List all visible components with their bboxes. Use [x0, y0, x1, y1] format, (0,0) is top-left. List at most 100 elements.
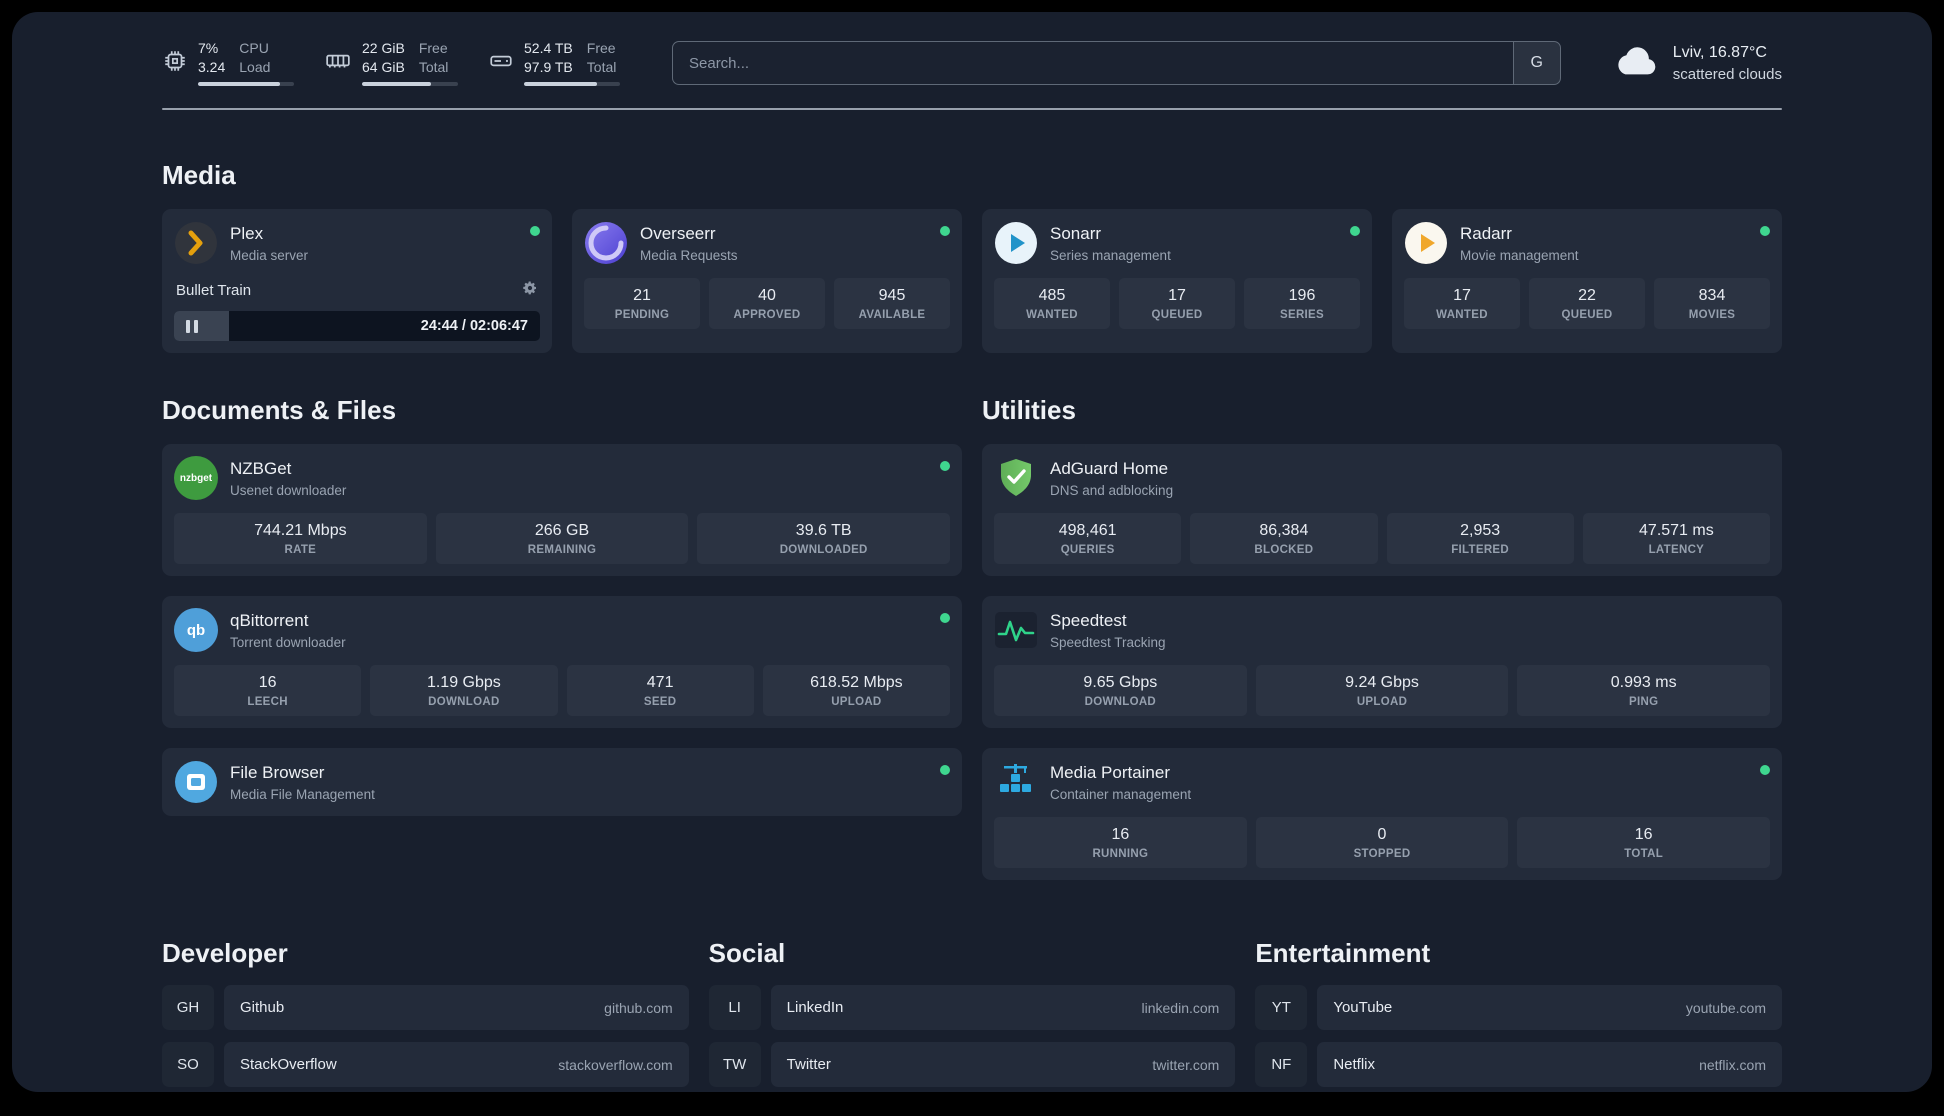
stat-value: 834 [1698, 287, 1726, 304]
bookmark-group-social: Social LI LinkedIn linkedin.com TW Twitt… [708, 938, 1236, 1092]
service-card-speedtest[interactable]: Speedtest Speedtest Tracking 9.65 Gbps D… [982, 596, 1782, 728]
section-title-developer: Developer [162, 938, 288, 968]
stat-tile: 196 SERIES [1244, 278, 1360, 329]
memory-widget: 22 GiB 64 GiB Free Total [324, 40, 458, 86]
stat-label: BLOCKED [1254, 544, 1314, 556]
cpu-label: CPU [239, 40, 269, 56]
stat-tile: 17 WANTED [1404, 278, 1520, 329]
memory-total-label: Total [418, 59, 449, 75]
hard-disk-icon [488, 40, 514, 74]
stat-label: LATENCY [1648, 544, 1705, 556]
service-title: qBittorrent [230, 611, 309, 630]
service-subtitle: DNS and adblocking [1050, 483, 1174, 498]
memory-free-value: 22 GiB [362, 40, 405, 56]
topbar-divider [162, 108, 1782, 110]
stat-value: 86,384 [1259, 522, 1309, 539]
stat-label: TOTAL [1624, 848, 1664, 860]
cpu-chip-icon [162, 40, 188, 74]
stat-tile: 618.52 Mbps UPLOAD [762, 665, 950, 716]
service-card-radarr[interactable]: Radarr Movie management 17 WANTED 22 QUE… [1392, 209, 1782, 353]
cpu-usage-bar [198, 82, 294, 86]
service-card-filebrowser[interactable]: File Browser Media File Management [162, 748, 962, 816]
disk-free-value: 52.4 TB [524, 40, 573, 56]
stat-value: 39.6 TB [795, 522, 852, 539]
status-dot-online [940, 613, 950, 623]
bookmark-abbr: YT [1255, 985, 1308, 1030]
service-title: Media Portainer [1050, 763, 1171, 782]
section-documents-files: Documents & Files nzbget NZBGet Usenet d… [162, 395, 962, 816]
stat-tile: 834 MOVIES [1654, 278, 1770, 329]
bookmark-name: YouTube [1333, 999, 1393, 1016]
cpu-load-label: Load [239, 59, 271, 75]
stat-value: 618.52 Mbps [810, 674, 903, 691]
service-title: File Browser [230, 763, 325, 782]
service-title: Overseerr [640, 224, 716, 243]
service-card-adguard[interactable]: AdGuard Home DNS and adblocking 498,461 … [982, 444, 1782, 576]
bookmark-github[interactable]: GH Github github.com [162, 985, 689, 1030]
dashboard-page: 7% 3.24 CPU Load 22 GiB 64 GiB Free Tota… [12, 12, 1932, 1092]
service-card-sonarr[interactable]: Sonarr Series management 485 WANTED 17 Q… [982, 209, 1372, 353]
memory-free-label: Free [418, 40, 448, 56]
playback-progress-bar[interactable]: 24:44 / 02:06:47 [174, 311, 540, 341]
stat-value: 47.571 ms [1639, 522, 1714, 539]
service-subtitle: Series management [1050, 248, 1171, 263]
bookmark-name: Netflix [1333, 1056, 1376, 1073]
weather-condition: scattered clouds [1672, 65, 1782, 83]
stat-value: 17 [1168, 287, 1186, 304]
stat-tile: 39.6 TB DOWNLOADED [697, 513, 951, 564]
bookmark-stackoverflow[interactable]: SO StackOverflow stackoverflow.com [162, 1042, 689, 1087]
weather-location: Lviv, 16.87°C [1672, 43, 1767, 61]
stat-label: UPLOAD [1356, 696, 1408, 708]
stat-value: 22 [1578, 287, 1596, 304]
stat-tile: 17 QUEUED [1119, 278, 1235, 329]
memory-usage-bar [362, 82, 458, 86]
stat-value: 2,953 [1460, 522, 1501, 539]
bookmark-name: LinkedIn [786, 999, 844, 1016]
disk-widget: 52.4 TB 97.9 TB Free Total [488, 40, 620, 86]
playback-progress-fill [174, 311, 229, 341]
bookmark-linkedin[interactable]: LI LinkedIn linkedin.com [708, 985, 1236, 1030]
search-input[interactable] [672, 41, 1513, 85]
bookmark-url: linkedin.com [1141, 999, 1220, 1016]
service-card-plex[interactable]: Plex Media server Bullet Train 24:44 / 0… [162, 209, 552, 353]
cpu-widget: 7% 3.24 CPU Load [162, 40, 294, 86]
stat-label: LEECH [247, 696, 288, 708]
stat-label: WANTED [1026, 309, 1078, 321]
stat-tile: 16 LEECH [174, 665, 362, 716]
bookmark-youtube[interactable]: YT YouTube youtube.com [1255, 985, 1782, 1030]
stat-tile: 1.19 Gbps DOWNLOAD [370, 665, 558, 716]
top-bar: 7% 3.24 CPU Load 22 GiB 64 GiB Free Tota… [162, 40, 1782, 86]
status-dot-online [1760, 226, 1770, 236]
stat-tile: 0.993 ms PING [1517, 665, 1771, 716]
memory-usage-bar-fill [362, 82, 432, 86]
pause-icon[interactable] [186, 319, 198, 333]
bookmark-twitter[interactable]: TW Twitter twitter.com [708, 1042, 1236, 1087]
stat-tile: 471 SEED [566, 665, 754, 716]
stat-tile: 16 RUNNING [994, 817, 1247, 868]
stat-label: DOWNLOAD [1084, 696, 1157, 708]
stat-value: 945 [878, 287, 906, 304]
stat-tile: 2,953 FILTERED [1386, 513, 1574, 564]
bookmark-url: github.com [604, 999, 673, 1016]
stat-label: QUEUED [1561, 309, 1613, 321]
stat-tile: 86,384 BLOCKED [1190, 513, 1378, 564]
service-card-nzbget[interactable]: nzbget NZBGet Usenet downloader 744.21 M… [162, 444, 962, 576]
overseerr-icon [584, 221, 628, 265]
stat-value: 16 [1634, 826, 1653, 843]
stat-tile: 485 WANTED [994, 278, 1110, 329]
stat-tile: 16 TOTAL [1517, 817, 1771, 868]
service-card-qbittorrent[interactable]: qb qBittorrent Torrent downloader 16 LEE… [162, 596, 962, 728]
bookmark-netflix[interactable]: NF Netflix netflix.com [1255, 1042, 1782, 1087]
section-title-utilities: Utilities [982, 395, 1076, 425]
disk-total-label: Total [586, 59, 617, 75]
service-card-overseerr[interactable]: Overseerr Media Requests 21 PENDING 40 A… [572, 209, 962, 353]
service-subtitle: Media File Management [230, 787, 375, 802]
service-card-portainer[interactable]: Media Portainer Container management 16 … [982, 748, 1782, 880]
bookmark-url: youtube.com [1685, 999, 1766, 1016]
service-subtitle: Torrent downloader [230, 635, 346, 650]
nzbget-icon: nzbget [174, 456, 218, 500]
stat-label: STOPPED [1353, 848, 1411, 860]
search-provider-button[interactable]: G [1512, 41, 1561, 85]
gear-icon[interactable] [522, 280, 538, 301]
stat-tile: 22 QUEUED [1529, 278, 1645, 329]
